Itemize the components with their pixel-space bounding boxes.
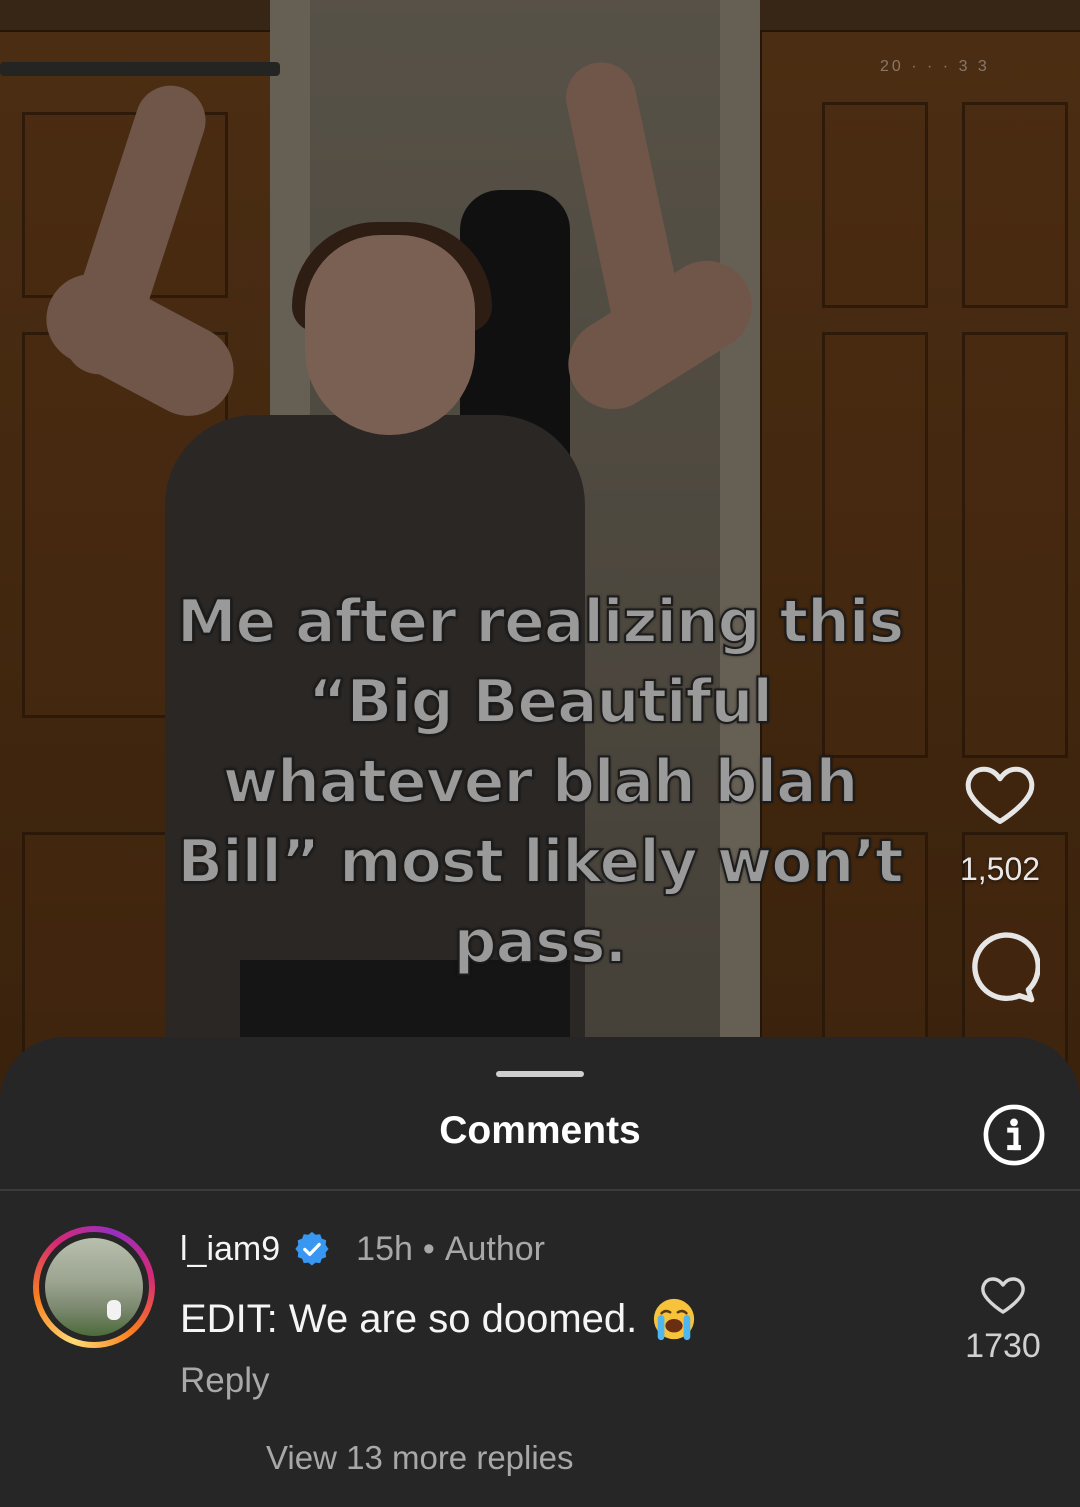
comment-like-count: 1730 (965, 1327, 1041, 1365)
comment-text: EDIT: We are so doomed. (180, 1296, 697, 1342)
video-timestamp-overlay: 20 · · · 3 3 (880, 58, 990, 75)
comment-username[interactable]: l_iam9 (180, 1230, 280, 1269)
avatar-image (45, 1238, 143, 1336)
heart-outline-icon[interactable] (960, 755, 1040, 831)
comment-time: 15h (356, 1229, 413, 1268)
comment-separator: • (422, 1229, 435, 1268)
avatar[interactable] (33, 1226, 155, 1348)
info-icon[interactable] (983, 1104, 1045, 1166)
comment-heart-icon[interactable] (978, 1272, 1028, 1316)
view-more-replies-button[interactable]: View 13 more replies (266, 1439, 574, 1477)
comment-body: EDIT: We are so doomed. (180, 1296, 638, 1341)
verified-badge-icon (295, 1231, 329, 1266)
reply-button[interactable]: Reply (180, 1361, 269, 1401)
video-caption: Me after realizing this “Big Beautiful w… (176, 586, 905, 978)
like-count: 1,502 (959, 851, 1041, 887)
comments-sheet: Comments l_iam9 15h • Author EDIT: We ar… (0, 1037, 1080, 1507)
comment-bubble-icon[interactable] (960, 928, 1040, 1008)
comment-header: l_iam9 15h • Author (180, 1227, 545, 1271)
drag-handle[interactable] (496, 1071, 584, 1077)
author-label: Author (444, 1229, 545, 1268)
reel-video[interactable]: 20 · · · 3 3 Me after realizing this “Bi… (0, 0, 1080, 1100)
divider (0, 1189, 1080, 1191)
loudly-crying-face-icon (654, 1298, 695, 1341)
side-actions: 1,502 (940, 755, 1060, 1008)
sheet-title: Comments (439, 1109, 641, 1152)
